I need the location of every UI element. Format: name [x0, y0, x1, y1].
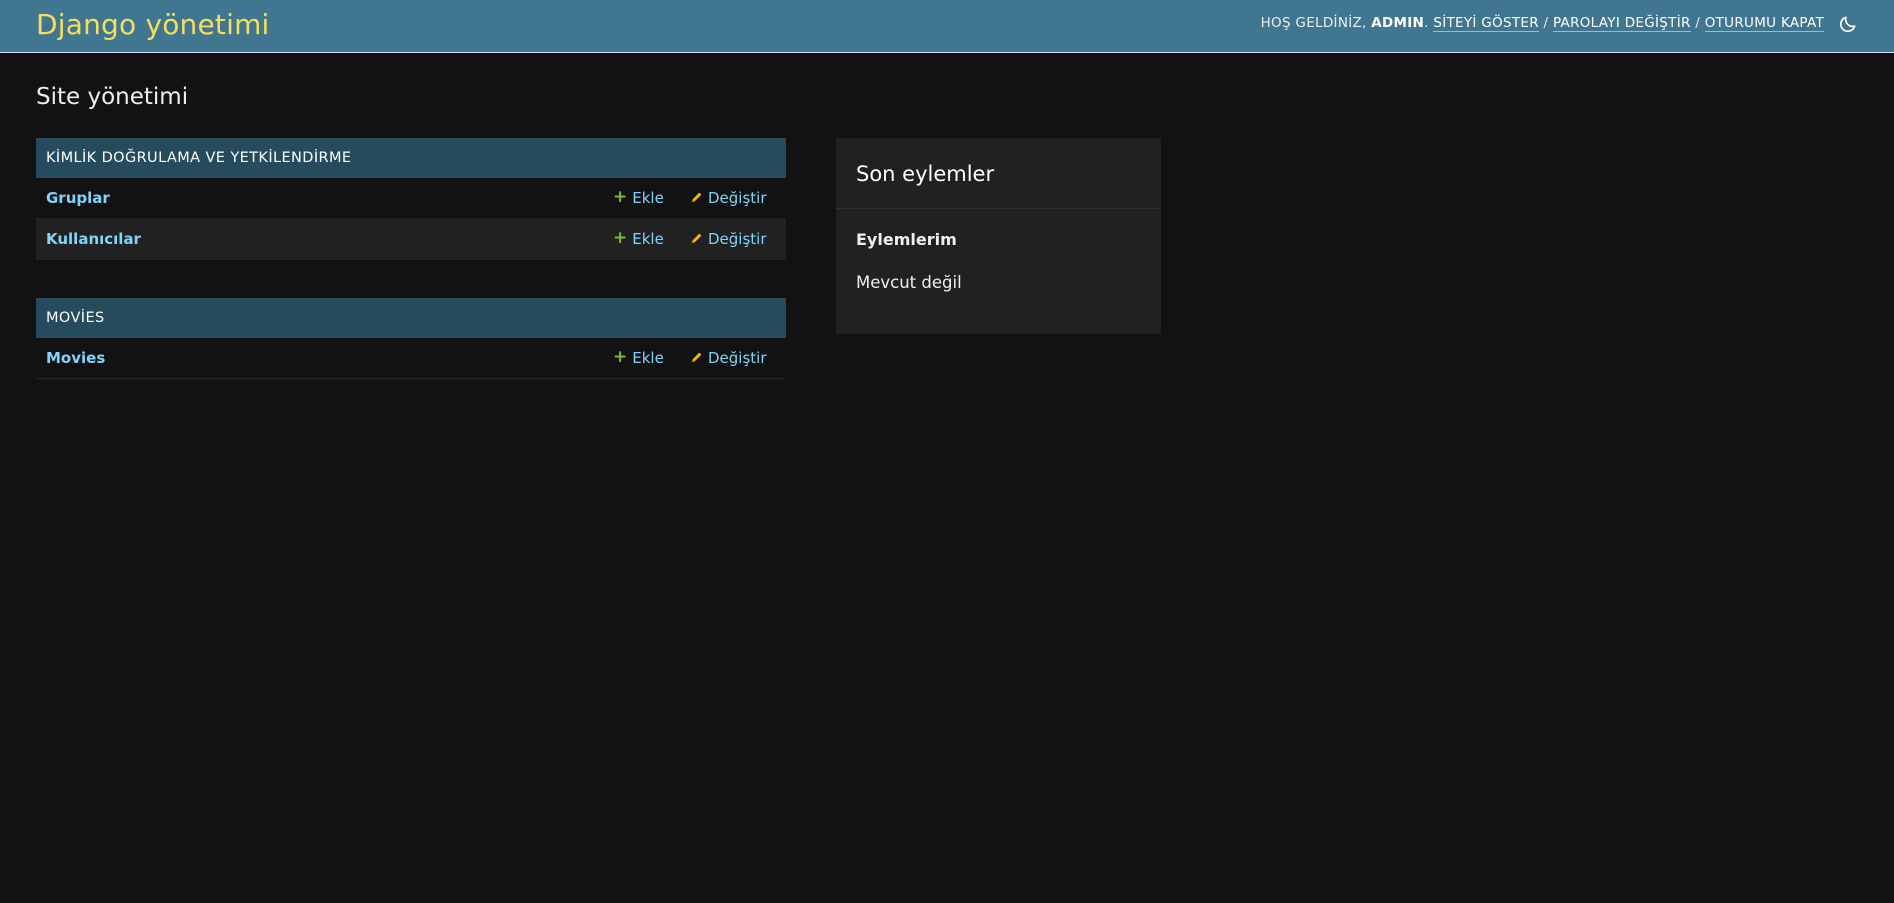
add-label: Ekle	[632, 230, 664, 248]
divider	[836, 208, 1161, 209]
model-row-groups: Gruplar + Ekle Değiştir	[36, 178, 786, 219]
model-row-users: Kullanıcılar + Ekle Değiştir	[36, 219, 786, 260]
page-title: Site yönetimi	[36, 84, 189, 110]
username: ADMIN	[1371, 15, 1425, 31]
plus-icon: +	[613, 187, 628, 207]
plus-icon: +	[613, 347, 628, 367]
pencil-icon	[691, 233, 702, 244]
plus-icon: +	[613, 228, 628, 248]
module-caption[interactable]: KİMLİK DOĞRULAMA VE YETKİLENDİRME	[36, 138, 786, 178]
change-label: Değiştir	[708, 349, 767, 367]
change-label: Değiştir	[708, 230, 767, 248]
model-link-users[interactable]: Kullanıcılar	[46, 230, 141, 248]
view-site-link[interactable]: SİTEYİ GÖSTER	[1433, 15, 1539, 32]
model-row-movies: Movies + Ekle Değiştir	[36, 338, 786, 379]
change-password-link[interactable]: PAROLAYI DEĞİŞTİR	[1552, 15, 1691, 32]
change-label: Değiştir	[708, 189, 767, 207]
site-branding[interactable]: Django yönetimi	[36, 7, 270, 43]
pencil-icon	[691, 192, 702, 203]
model-link-groups[interactable]: Gruplar	[46, 189, 110, 207]
add-users-button[interactable]: + Ekle	[613, 228, 664, 249]
logout-link[interactable]: OTURUMU KAPAT	[1704, 15, 1824, 32]
add-movies-button[interactable]: + Ekle	[613, 347, 664, 368]
separator: /	[1543, 15, 1549, 31]
header: Django yönetimi HOŞ GELDİNİZ, ADMIN. SİT…	[0, 0, 1894, 53]
change-movies-button[interactable]: Değiştir	[690, 349, 767, 367]
separator: /	[1695, 15, 1701, 31]
moon-icon	[1839, 16, 1856, 33]
change-groups-button[interactable]: Değiştir	[690, 189, 767, 207]
app-module-movies: MOVİES Movies + Ekle Değiştir	[36, 298, 786, 379]
module-caption[interactable]: MOVİES	[36, 298, 786, 338]
add-label: Ekle	[632, 189, 664, 207]
module-caption-text[interactable]: MOVİES	[46, 310, 105, 326]
add-label: Ekle	[632, 349, 664, 367]
theme-toggle-button[interactable]	[1838, 14, 1858, 34]
change-users-button[interactable]: Değiştir	[690, 230, 767, 248]
recent-actions-title: Son eylemler	[856, 162, 995, 186]
add-groups-button[interactable]: + Ekle	[613, 187, 664, 208]
module-caption-text[interactable]: KİMLİK DOĞRULAMA VE YETKİLENDİRME	[46, 150, 351, 166]
username-suffix: .	[1424, 15, 1429, 31]
no-actions-text: Mevcut değil	[856, 273, 962, 292]
welcome-text: HOŞ GELDİNİZ,	[1260, 15, 1367, 31]
model-link-movies[interactable]: Movies	[46, 349, 105, 367]
user-tools: HOŞ GELDİNİZ, ADMIN. SİTEYİ GÖSTER / PAR…	[1261, 14, 1824, 32]
app-module-auth: KİMLİK DOĞRULAMA VE YETKİLENDİRME Grupla…	[36, 138, 786, 260]
my-actions-heading: Eylemlerim	[856, 230, 957, 249]
recent-actions-panel: Son eylemler Eylemlerim Mevcut değil	[836, 138, 1161, 334]
pencil-icon	[691, 352, 702, 363]
